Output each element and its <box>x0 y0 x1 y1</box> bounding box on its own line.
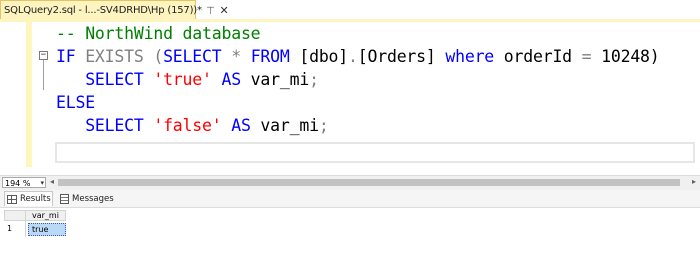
fold-guide-line <box>43 60 44 90</box>
current-line-highlight <box>55 142 695 163</box>
grid-cell-selected[interactable]: true <box>28 223 66 236</box>
messages-icon <box>60 193 69 204</box>
results-pane: var_mi 1 true <box>0 208 700 269</box>
tab-messages[interactable]: Messages <box>60 191 114 206</box>
grid-corner[interactable] <box>4 210 26 221</box>
code-area[interactable]: -- NorthWind database IF EXISTS (SELECT … <box>56 22 700 137</box>
horizontal-scrollbar-thumb[interactable] <box>58 179 680 186</box>
close-icon[interactable]: ✕ <box>220 4 229 17</box>
code-line-3: SELECT 'true' AS var_mi; <box>85 70 319 89</box>
document-tab-title: SQLQuery2.sql - l...-SV4DRHD\Hp (157))* <box>4 4 202 16</box>
zoom-value: 194 % <box>5 179 31 188</box>
tab-messages-label: Messages <box>72 193 114 204</box>
document-tab-strip: SQLQuery2.sql - l...-SV4DRHD\Hp (157))* … <box>0 0 700 22</box>
document-tab[interactable]: SQLQuery2.sql - l...-SV4DRHD\Hp (157))* … <box>0 0 229 19</box>
collapse-icon[interactable]: − <box>39 51 48 60</box>
editor-margin <box>0 22 26 174</box>
column-header-var-mi[interactable]: var_mi <box>26 210 66 221</box>
code-line-4: ELSE <box>56 93 95 112</box>
results-tab-strip: Results Messages <box>0 190 700 208</box>
code-line-1: -- NorthWind database <box>56 24 261 43</box>
editor-status-bar: 194 % ▾ ◂ ▸ <box>0 175 700 190</box>
code-line-2: IF EXISTS (SELECT * FROM [dbo].[Orders] … <box>56 47 660 66</box>
tab-results[interactable]: Results <box>4 191 53 206</box>
change-tracking-bar <box>26 22 32 167</box>
zoom-dropdown[interactable]: 194 % ▾ <box>2 177 46 188</box>
chevron-down-icon[interactable]: ▾ <box>40 178 44 189</box>
tab-results-label: Results <box>20 194 51 204</box>
code-line-5: SELECT 'false' AS var_mi; <box>85 116 329 135</box>
scroll-right-icon[interactable]: ▸ <box>692 177 696 186</box>
query-editor[interactable]: − -- NorthWind database IF EXISTS (SELEC… <box>0 22 700 174</box>
scroll-left-icon[interactable]: ◂ <box>50 177 54 186</box>
row-number[interactable]: 1 <box>4 221 26 237</box>
pin-icon[interactable]: ⊣ <box>206 6 217 15</box>
grid-icon <box>7 194 17 204</box>
